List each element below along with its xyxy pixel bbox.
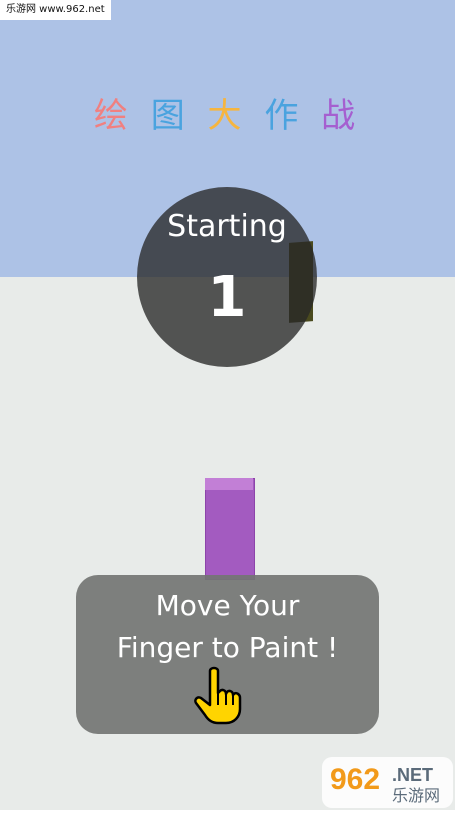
countdown-value: 1 <box>207 265 247 330</box>
title-char-3: 大 <box>207 96 248 136</box>
countdown-label: Starting <box>167 209 287 244</box>
instruction-panel: Move Your Finger to Paint ! <box>76 575 379 734</box>
countdown-circle: Starting 1 <box>137 187 317 367</box>
title-char-4: 作 <box>264 96 305 136</box>
watermark-cn: 乐游网 <box>392 786 440 805</box>
watermark-top: 乐游网 www.962.net <box>0 0 111 20</box>
watermark-net: .NET <box>392 765 433 785</box>
title-char-2: 图 <box>150 96 191 136</box>
purple-cube <box>205 478 255 580</box>
title-char-1: 绘 <box>93 96 134 136</box>
pointing-hand-icon <box>194 666 242 725</box>
game-title: 绘 图 大 作 战 <box>0 92 455 140</box>
title-char-5: 战 <box>321 96 362 136</box>
purple-cube-top <box>205 478 253 490</box>
instruction-line-1: Move Your <box>155 589 300 622</box>
instruction-line-2: Finger to Paint ! <box>116 631 339 664</box>
watermark-bottom: 962 .NET 乐游网 <box>320 755 455 810</box>
watermark-logo: 962 <box>330 763 380 796</box>
